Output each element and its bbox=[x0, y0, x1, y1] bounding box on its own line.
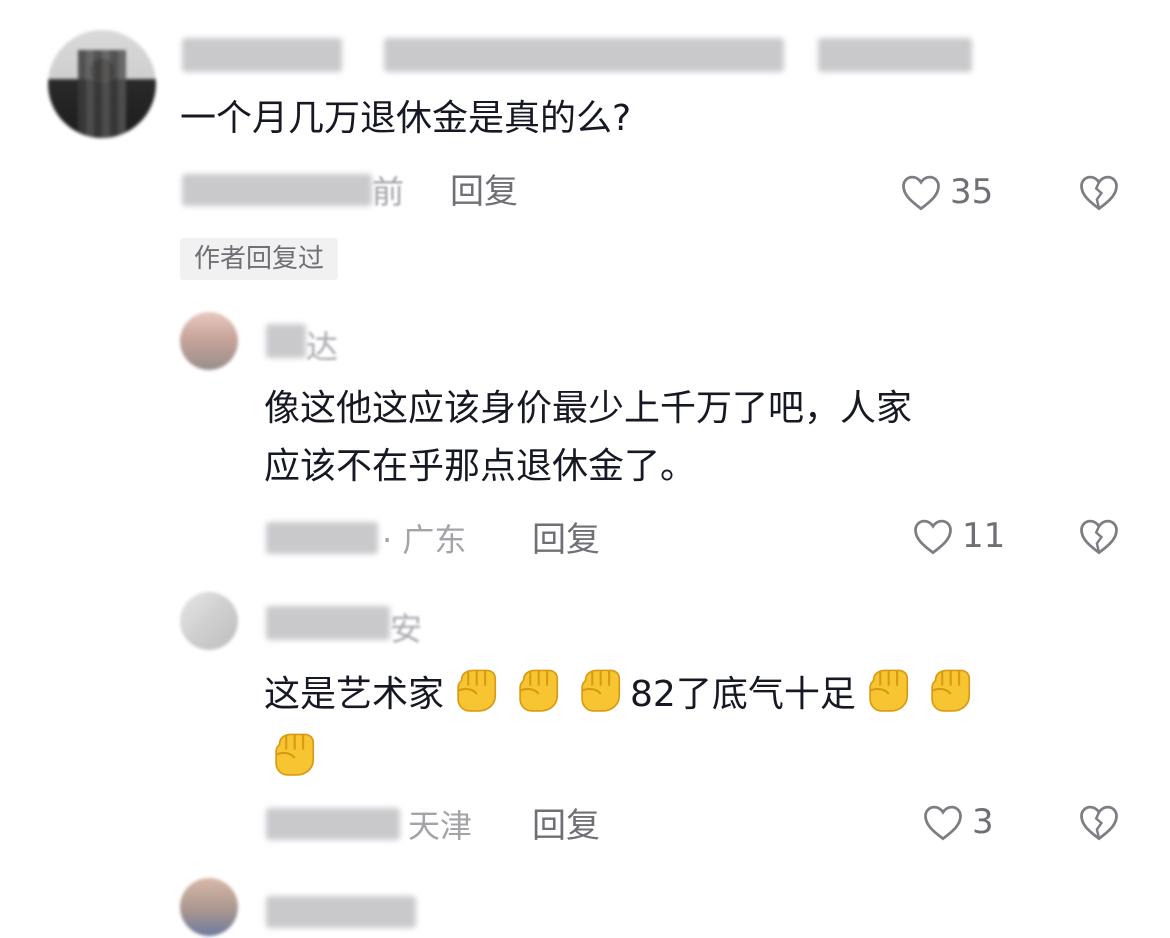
reply-text-line-2: 应该不在乎那点退休金了。 bbox=[264, 446, 697, 487]
comment-text: 一个月几万退休金是真的么? bbox=[180, 98, 632, 139]
like-button[interactable]: 35 bbox=[900, 172, 993, 212]
reply-avatar[interactable] bbox=[180, 878, 238, 936]
reply-username-tail: 达 bbox=[306, 328, 339, 366]
reply-text-part-2: 82了底气十足 bbox=[630, 674, 856, 715]
broken-heart-icon[interactable] bbox=[1078, 516, 1120, 556]
blurred-username bbox=[266, 324, 306, 358]
like-button[interactable]: 11 bbox=[912, 516, 1005, 556]
heart-outline-icon bbox=[924, 805, 962, 841]
author-replied-tag[interactable]: 作者回复过 bbox=[180, 238, 339, 280]
reply-location: · 广东 bbox=[382, 521, 467, 559]
raised-fist-emoji bbox=[457, 669, 497, 712]
reply-text-part-1: 这是艺术家 bbox=[264, 674, 445, 715]
heart-outline-icon bbox=[902, 175, 940, 211]
like-count: 3 bbox=[972, 802, 994, 842]
commenter-avatar[interactable] bbox=[48, 30, 156, 138]
raised-fist-emoji bbox=[931, 669, 970, 712]
like-count: 11 bbox=[962, 516, 1006, 556]
blurred-timestamp bbox=[182, 174, 372, 206]
reply-button[interactable]: 回复 bbox=[532, 806, 600, 846]
reply-text: 这是艺术家 82了底气十足 bbox=[264, 662, 980, 724]
blurred-username bbox=[182, 38, 342, 72]
raised-fist-emoji bbox=[275, 733, 315, 776]
blurred-timestamp bbox=[266, 808, 400, 840]
reply-location: 天津 bbox=[408, 807, 473, 845]
reply-button[interactable]: 回复 bbox=[450, 172, 518, 212]
reply-text-line-1: 像这他这应该身价最少上千万了吧，人家 bbox=[264, 388, 913, 429]
comment-time-suffix: 前 bbox=[372, 173, 405, 211]
raised-fist-emoji bbox=[519, 669, 559, 712]
blurred-username bbox=[266, 896, 416, 928]
reply-button[interactable]: 回复 bbox=[532, 520, 600, 560]
reply-username-tail: 安 bbox=[390, 610, 423, 648]
reply-avatar[interactable] bbox=[180, 312, 238, 370]
blurred-username-extra bbox=[384, 38, 784, 72]
like-button[interactable]: 3 bbox=[922, 802, 994, 842]
reply-text-wrap-emoji bbox=[266, 726, 320, 780]
raised-fist-emoji bbox=[581, 669, 621, 712]
blurred-timestamp bbox=[266, 522, 378, 554]
heart-outline-icon bbox=[914, 519, 952, 555]
broken-heart-icon[interactable] bbox=[1078, 802, 1120, 842]
broken-heart-icon[interactable] bbox=[1078, 172, 1120, 212]
reply-avatar[interactable] bbox=[180, 592, 238, 650]
like-count: 35 bbox=[950, 172, 994, 212]
raised-fist-emoji bbox=[869, 669, 908, 712]
blurred-username bbox=[266, 606, 390, 640]
blurred-username-extra-2 bbox=[818, 38, 972, 72]
